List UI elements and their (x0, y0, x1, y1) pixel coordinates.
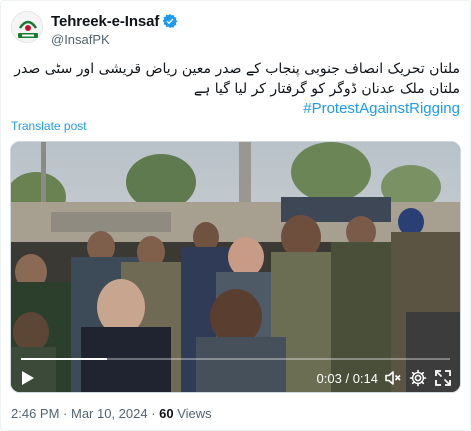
hashtag-link[interactable]: #ProtestAgainstRigging (10, 99, 460, 119)
meta-separator: · (59, 406, 71, 421)
video-time-separator: / (341, 371, 353, 386)
mute-icon[interactable] (384, 369, 402, 387)
video-progress-fill (21, 358, 107, 360)
video-duration: 0:14 (352, 371, 378, 386)
meta-separator: · (147, 406, 160, 421)
display-name[interactable]: Tehreek-e-Insaf (51, 13, 159, 30)
views-count: 60 (159, 406, 174, 421)
tweet-card: Tehreek-e-Insaf @InsafPK ملتان تحریک انص… (0, 0, 471, 431)
fullscreen-icon[interactable] (434, 369, 452, 387)
tweet-header: Tehreek-e-Insaf @InsafPK (11, 11, 451, 51)
video-player[interactable]: 0:03 / 0:14 (10, 141, 461, 393)
tweet-text-line: ملتان تحریک انصاف جنوبی پنجاب کے صدر معی… (14, 61, 460, 77)
video-progress-bar[interactable] (21, 358, 450, 360)
play-icon[interactable] (21, 370, 35, 386)
tweet-date[interactable]: Mar 10, 2024 (71, 406, 148, 421)
translate-post-link[interactable]: Translate post (11, 119, 87, 133)
tweet-meta: 2:46 PM · Mar 10, 2024 · 60 Views (11, 406, 212, 421)
verified-badge-icon (162, 14, 178, 28)
video-controls: 0:03 / 0:14 (11, 356, 460, 392)
views-label: Views (173, 406, 212, 421)
tweet-time[interactable]: 2:46 PM (11, 406, 59, 421)
tweet-text-line: ملتان ملک عدنان ڈوگر کو گرفتار کر لیا گی… (193, 81, 460, 97)
video-time: 0:03 / 0:14 (317, 371, 378, 386)
avatar[interactable] (11, 11, 43, 43)
tweet-text: ملتان تحریک انصاف جنوبی پنجاب کے صدر معی… (10, 59, 460, 119)
handle[interactable]: @InsafPK (51, 32, 178, 47)
gear-icon[interactable] (409, 369, 427, 387)
video-current-time: 0:03 (316, 371, 342, 386)
pti-logo-icon (12, 12, 42, 42)
